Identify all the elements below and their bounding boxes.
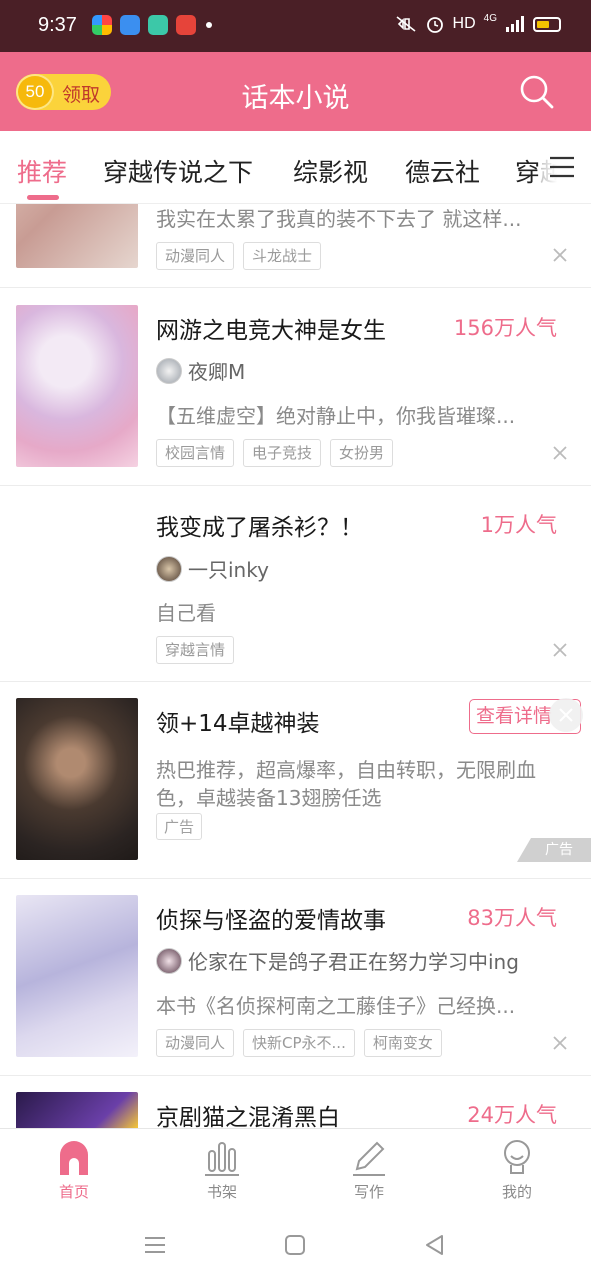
tab-deyunshe[interactable]: 德云社: [405, 153, 480, 189]
profile-icon: [504, 1140, 530, 1174]
story-tag[interactable]: 柯南变女: [363, 1029, 442, 1057]
nav-label: 书架: [206, 1183, 237, 1201]
story-description: 本书《名侦探柯南之工藤佳子》己经换...: [156, 994, 516, 1018]
ad-title: 领+14卓越神装: [156, 711, 320, 737]
home-icon: [60, 1141, 88, 1175]
photos-app-icon: [92, 15, 112, 35]
active-tab-indicator: [27, 195, 59, 200]
story-author[interactable]: 一只inky: [156, 554, 269, 583]
nav-label: 首页: [58, 1183, 89, 1201]
alarm-icon: [426, 17, 443, 33]
ad-card[interactable]: 领+14卓越神装 查看详情 热巴推荐，超高爆率，自由转职，无限刷血色，卓越装备1…: [0, 682, 591, 879]
bottom-tab-bar: 首页 书架 写作 我的: [0, 1128, 591, 1212]
story-tags: 校园言情 电子竞技 女扮男: [156, 439, 394, 467]
story-tag[interactable]: 动漫同人: [156, 242, 235, 270]
story-card[interactable]: 侦探与怪盗的爱情故事 83万人气 伦家在下是鸽子君正在努力学习中ing 本书《名…: [0, 879, 591, 1076]
nav-bookshelf[interactable]: 书架: [182, 1137, 262, 1202]
story-description: 自己看: [156, 601, 216, 625]
ad-tag: 广告: [156, 813, 203, 840]
dismiss-icon[interactable]: [551, 246, 569, 264]
author-name: 夜卿M: [188, 360, 246, 384]
notification-dot-icon: [206, 22, 212, 28]
story-feed: 我实在太累了我真的装不下去了 就这样... 动漫同人 斗龙战士 网游之电竞大神是…: [0, 204, 591, 1128]
category-tab-bar: 推荐 穿越传说之下 综影视 德云社 穿越: [0, 131, 591, 204]
story-card[interactable]: 京剧猫之混淆黑白 24万人气: [0, 1076, 591, 1128]
signal-type-label: 4G: [483, 12, 497, 24]
story-card[interactable]: 我实在太累了我真的装不下去了 就这样... 动漫同人 斗龙战士: [0, 204, 591, 288]
battery-icon: [533, 16, 561, 32]
game-app-icon: [176, 15, 196, 35]
author-name: 伦家在下是鸽子君正在努力学习中ing: [188, 950, 519, 974]
story-description: 【五维虚空】绝对静止中，你我皆璀璨...: [156, 404, 516, 428]
menu-icon: [550, 156, 574, 178]
story-tag[interactable]: 电子竞技: [243, 439, 322, 467]
home-button-icon[interactable]: [282, 1232, 308, 1258]
ad-mark-badge: 广告: [517, 838, 591, 862]
tab-recommend[interactable]: 推荐: [17, 153, 67, 189]
tab-menu-button[interactable]: [539, 131, 591, 203]
system-navigation-bar: [0, 1212, 591, 1280]
dismiss-icon[interactable]: [551, 444, 569, 462]
dismiss-icon[interactable]: [551, 641, 569, 659]
vibrate-mute-icon: [396, 16, 416, 32]
pen-icon: [353, 1141, 385, 1176]
story-title: 我变成了屠杀衫？！: [156, 515, 363, 541]
story-tag[interactable]: 女扮男: [330, 439, 394, 467]
app-header: 50 领取 话本小说: [0, 52, 591, 131]
story-tags: 动漫同人 斗龙战士: [156, 242, 322, 270]
story-tag[interactable]: 动漫同人: [156, 1029, 235, 1057]
author-name: 一只inky: [188, 558, 269, 582]
nav-label: 写作: [353, 1183, 384, 1201]
recent-apps-icon[interactable]: [142, 1232, 168, 1258]
ad-description: 热巴推荐，超高爆率，自由转职，无限刷血色，卓越装备13翅膀任选: [156, 758, 536, 810]
story-popularity: 24万人气: [467, 1103, 557, 1127]
story-card[interactable]: 我变成了屠杀衫？！ 1万人气 一只inky 自己看 穿越言情: [0, 486, 591, 682]
network-type-label: HD: [452, 15, 476, 32]
story-cover-image: [16, 895, 138, 1057]
story-tag[interactable]: 快新CP永不...: [243, 1029, 355, 1057]
status-time: 9:37: [38, 14, 77, 36]
story-tag[interactable]: 校园言情: [156, 439, 235, 467]
story-tags: 动漫同人 快新CP永不... 柯南变女: [156, 1029, 442, 1057]
story-card[interactable]: 网游之电竞大神是女生 156万人气 夜卿M 【五维虚空】绝对静止中，你我皆璀璨.…: [0, 289, 591, 486]
search-icon[interactable]: [519, 74, 555, 110]
nav-write[interactable]: 写作: [329, 1137, 409, 1202]
story-title: 侦探与怪盗的爱情故事: [156, 908, 386, 934]
story-author[interactable]: 伦家在下是鸽子君正在努力学习中ing: [156, 946, 519, 975]
ad-close-icon[interactable]: [549, 698, 583, 732]
back-icon[interactable]: [422, 1232, 448, 1258]
story-author[interactable]: 夜卿M: [156, 356, 245, 385]
signal-icon: [506, 16, 524, 32]
ad-cover-image: [16, 698, 138, 860]
story-description: 我实在太累了我真的装不下去了 就这样...: [156, 207, 522, 231]
story-tag[interactable]: 穿越言情: [156, 636, 235, 664]
nav-label: 我的: [501, 1183, 532, 1201]
story-popularity: 1万人气: [480, 513, 557, 537]
store-app-icon: [148, 15, 168, 35]
story-cover-image: [16, 305, 138, 467]
bookshelf-icon: [205, 1142, 239, 1176]
story-tags: 穿越言情: [156, 636, 235, 664]
status-indicators: HD 4G: [395, 12, 561, 34]
tab-film-tv[interactable]: 综影视: [293, 153, 368, 189]
story-popularity: 156万人气: [453, 316, 557, 340]
tab-undertale[interactable]: 穿越传说之下: [103, 153, 253, 189]
author-avatar: [156, 947, 182, 974]
app-title: 话本小说: [241, 83, 350, 114]
story-title: 京剧猫之混淆黑白: [156, 1105, 340, 1128]
story-cover-image: [16, 204, 138, 268]
nav-home[interactable]: 首页: [34, 1137, 114, 1202]
story-tag[interactable]: 斗龙战士: [243, 242, 322, 270]
cloud-app-icon: [120, 15, 140, 35]
story-title: 网游之电竞大神是女生: [156, 318, 386, 344]
status-app-icons: [92, 15, 212, 35]
dismiss-icon[interactable]: [551, 1034, 569, 1052]
author-avatar: [156, 555, 182, 582]
story-popularity: 83万人气: [467, 906, 557, 930]
status-bar: 9:37 HD 4G: [0, 0, 591, 52]
story-cover-image: [16, 1092, 138, 1128]
nav-profile[interactable]: 我的: [477, 1137, 557, 1202]
author-avatar: [156, 357, 182, 384]
